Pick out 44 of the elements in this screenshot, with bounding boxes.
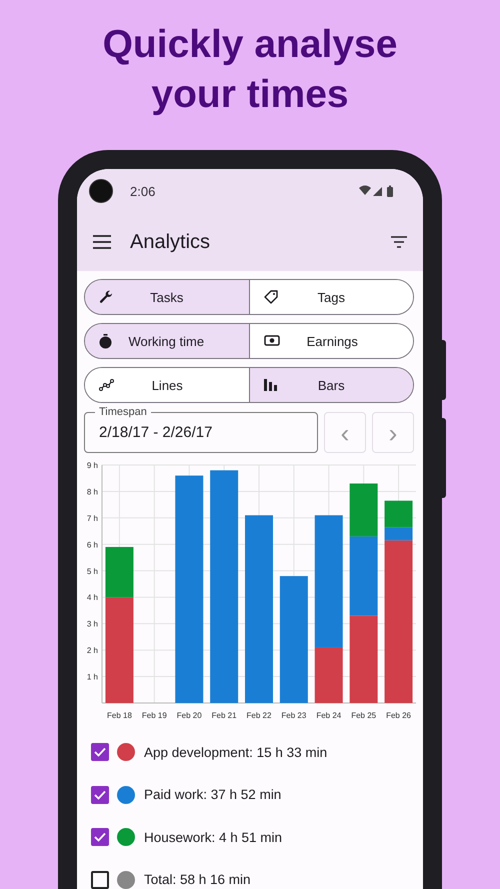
axis-tick-label: 9 h (86, 461, 98, 470)
toggle-option[interactable]: Tags (248, 280, 413, 314)
checkbox[interactable] (91, 870, 109, 889)
axis-tick-label: 5 h (86, 566, 98, 576)
camera-hole (89, 179, 113, 203)
legend-label: Total: 58 h 16 min (144, 872, 251, 888)
axis-tick-label: 3 h (86, 620, 98, 629)
line-chart-icon (99, 379, 114, 391)
toggle-option[interactable]: Tasks (85, 280, 248, 314)
menu-icon[interactable] (93, 235, 111, 249)
checkbox[interactable] (91, 828, 109, 846)
axis-tick-label: 6 h (86, 540, 98, 550)
axis-tick-label: Feb 23 (281, 711, 306, 720)
axis-tick-label: 4 h (86, 593, 98, 602)
stopwatch-icon (99, 334, 112, 348)
axis-tick-label: Feb 25 (351, 711, 376, 720)
legend-label: App development: 15 h 33 min (144, 744, 328, 760)
money-icon (264, 335, 280, 347)
axis-tick-label: Feb 20 (176, 711, 202, 720)
toggle-option[interactable]: Bars (248, 368, 413, 402)
axis-tick-label: 1 h (86, 672, 98, 682)
checkbox[interactable] (91, 786, 109, 804)
checkbox[interactable] (91, 743, 109, 762)
axis-tick-label: Feb 26 (386, 711, 411, 720)
toggle-option[interactable]: Working time (85, 324, 248, 358)
status-time: 2:06 (130, 184, 156, 198)
axis-tick-label: Feb 24 (316, 711, 342, 720)
filter-icon[interactable] (391, 236, 407, 248)
axis-tick-label: 7 h (86, 514, 98, 523)
headline: Quickly analyse your times (102, 22, 398, 118)
axis-tick-label: Feb 19 (142, 711, 167, 720)
toggle-option[interactable]: Earnings (248, 324, 413, 358)
axis-tick-label: Feb 21 (212, 711, 237, 720)
axis-tick-label: 8 h (86, 487, 98, 496)
axis-tick-label: Feb 22 (246, 711, 272, 720)
axis-tick-label: Feb 18 (107, 711, 132, 720)
app-title: Analytics (130, 230, 210, 254)
toggle-option[interactable]: Lines (85, 368, 248, 402)
axis-tick-label: 2 h (86, 646, 98, 656)
legend-label: Housework: 4 h 51 min (144, 830, 282, 845)
bar-chart-icon (264, 379, 278, 391)
wrench-icon (99, 290, 113, 304)
legend-label: Paid work: 37 h 52 min (144, 787, 282, 802)
tag-icon (264, 290, 278, 304)
